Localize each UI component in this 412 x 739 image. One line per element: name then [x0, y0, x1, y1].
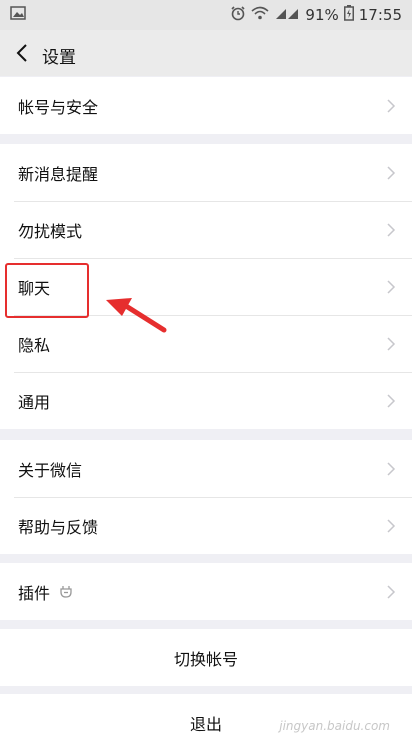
highlight-box [5, 263, 89, 318]
chevron-right-icon [387, 394, 396, 408]
chevron-right-icon [387, 223, 396, 237]
chevron-right-icon [387, 337, 396, 351]
chevron-right-icon [387, 519, 396, 533]
wifi-icon [251, 6, 269, 24]
row-new-message-notify[interactable]: 新消息提醒 [0, 144, 412, 201]
row-help-feedback[interactable]: 帮助与反馈 [0, 497, 412, 554]
watermark: jingyan.baidu.com [279, 719, 390, 733]
back-arrow-icon[interactable] [12, 42, 34, 64]
chevron-right-icon [387, 280, 396, 294]
battery-percent: 91% [305, 6, 339, 24]
row-label: 帐号与安全 [18, 97, 99, 117]
chevron-right-icon [387, 462, 396, 476]
row-label: 关于微信 [18, 460, 83, 480]
battery-icon [343, 5, 354, 25]
row-privacy[interactable]: 隐私 [0, 315, 412, 372]
row-label: 插件 [18, 583, 51, 603]
chevron-right-icon [387, 585, 396, 599]
header: 设置 [0, 30, 412, 76]
row-general[interactable]: 通用 [0, 372, 412, 429]
row-label: 隐私 [18, 335, 51, 355]
group-about: 关于微信 帮助与反馈 [0, 440, 412, 554]
chevron-right-icon [387, 99, 396, 113]
switch-account-button[interactable]: 切换帐号 [0, 629, 412, 686]
row-label: 勿扰模式 [18, 221, 83, 241]
signal-icon [274, 6, 300, 24]
row-label: 通用 [18, 392, 51, 412]
alarm-icon [230, 5, 246, 25]
page-title: 设置 [42, 48, 76, 68]
chevron-right-icon [387, 166, 396, 180]
switch-account-group: 切换帐号 [0, 629, 412, 686]
plugin-icon [60, 585, 72, 598]
row-about-wechat[interactable]: 关于微信 [0, 440, 412, 497]
row-do-not-disturb[interactable]: 勿扰模式 [0, 201, 412, 258]
pointer-arrow-icon [106, 298, 167, 333]
row-label: 新消息提醒 [18, 164, 99, 184]
clock: 17:55 [358, 6, 402, 24]
row-label: 帮助与反馈 [18, 517, 99, 537]
image-notification-icon [10, 6, 26, 24]
row-plugins[interactable]: 插件 [0, 563, 412, 620]
status-right: 91% 17:55 [230, 5, 402, 25]
row-account-security[interactable]: 帐号与安全 [0, 77, 412, 134]
group-plugins: 插件 [0, 563, 412, 620]
group-account: 帐号与安全 [0, 77, 412, 134]
status-bar: 91% 17:55 [0, 0, 412, 30]
